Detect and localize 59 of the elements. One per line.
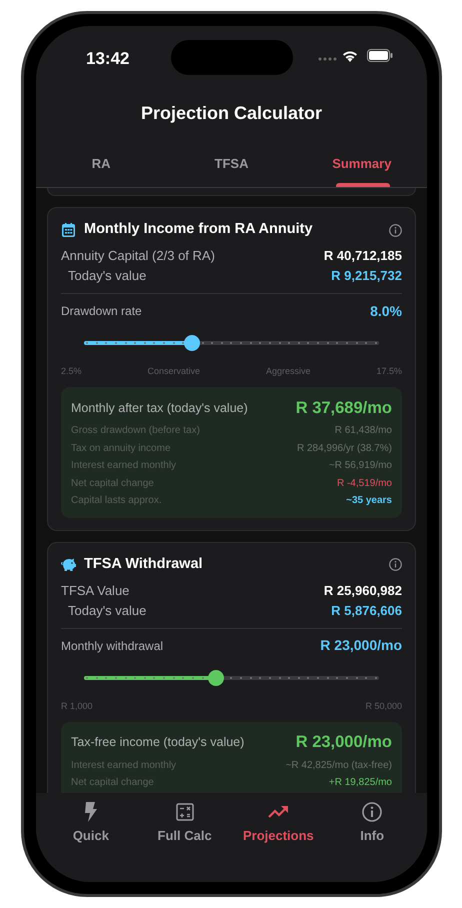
detail-label: Gross drawdown (before tax) — [71, 424, 200, 438]
row-label: TFSA Value — [61, 582, 130, 600]
detail-value: ~35 years — [346, 494, 392, 508]
info-icon[interactable] — [389, 224, 402, 236]
scale-label: R 50,000 — [365, 700, 402, 713]
scale-label: 17.5% — [376, 365, 402, 378]
row-label: Annuity Capital (2/3 of RA) — [61, 247, 215, 266]
signal-icon — [318, 57, 337, 61]
slider-label: Drawdown rate — [61, 303, 142, 320]
scale-label: Conservative — [147, 365, 200, 378]
tab[interactable]: Summary — [296, 140, 427, 187]
row-value: R 40,712,185 — [324, 247, 402, 266]
slider-reading: R 23,000/mo — [320, 636, 402, 655]
tab[interactable]: RA — [36, 140, 166, 187]
detail-value: +R 19,825/mo — [328, 776, 392, 790]
result-value: R 37,689/mo — [296, 398, 392, 419]
bolt-icon — [84, 801, 98, 823]
detail-value: ~R 56,919/mo — [328, 459, 392, 474]
status-time: 13:42 — [86, 48, 130, 70]
scale-label: Aggressive — [266, 365, 310, 378]
nav-item[interactable]: Full Calc — [138, 801, 232, 882]
row-value: R 5,876,606 — [331, 602, 402, 620]
nav-item[interactable]: Quick — [44, 801, 138, 882]
slider-reading: 8.0% — [370, 302, 402, 320]
scale-label: 2.5% — [61, 365, 82, 378]
card-title: Monthly Income from RA Annuity — [84, 220, 313, 240]
result-value: R 23,000/mo — [296, 732, 392, 754]
detail-value: R 61,438/mo — [334, 424, 392, 438]
calendar-icon — [61, 223, 76, 237]
row-value: R 9,215,732 — [331, 267, 402, 286]
detail-value: R 284,996/yr (38.7%) — [296, 442, 392, 456]
screen-title: Projection Calculator — [140, 102, 322, 125]
detail-label: Tax on annuity income — [71, 442, 171, 456]
result-label: Tax-free income (today's value) — [71, 734, 244, 752]
slider-thumb[interactable] — [184, 335, 200, 351]
detail-label: Interest earned monthly — [71, 758, 176, 773]
wifi-icon — [342, 50, 358, 62]
row-label: Today's value — [68, 267, 146, 286]
detail-value: ~R 42,825/mo (tax-free) — [286, 758, 392, 773]
detail-value: R -4,519/mo — [336, 476, 392, 491]
detail-label: Net capital change — [71, 476, 154, 491]
info-icon — [362, 801, 382, 823]
tab[interactable]: TFSA — [166, 140, 297, 187]
slider-thumb[interactable] — [208, 670, 224, 686]
slider-label: Monthly withdrawal — [61, 638, 164, 654]
row-value: R 25,960,982 — [324, 582, 402, 600]
scale-label: R 1,000 — [61, 700, 93, 713]
nav-item[interactable]: Projections — [232, 801, 326, 882]
card-title: TFSA Withdrawal — [84, 554, 203, 574]
detail-label: Interest earned monthly — [71, 459, 176, 474]
calculator-icon — [176, 801, 194, 823]
result-label: Monthly after tax (today's value) — [71, 400, 248, 417]
battery-icon — [367, 49, 393, 62]
detail-label: Net capital change — [71, 776, 154, 790]
piggy-bank-icon — [61, 558, 76, 572]
info-icon[interactable] — [389, 558, 402, 571]
row-label: Today's value — [68, 602, 146, 620]
detail-label: Capital lasts approx. — [71, 494, 162, 508]
nav-item[interactable]: Info — [325, 801, 419, 882]
